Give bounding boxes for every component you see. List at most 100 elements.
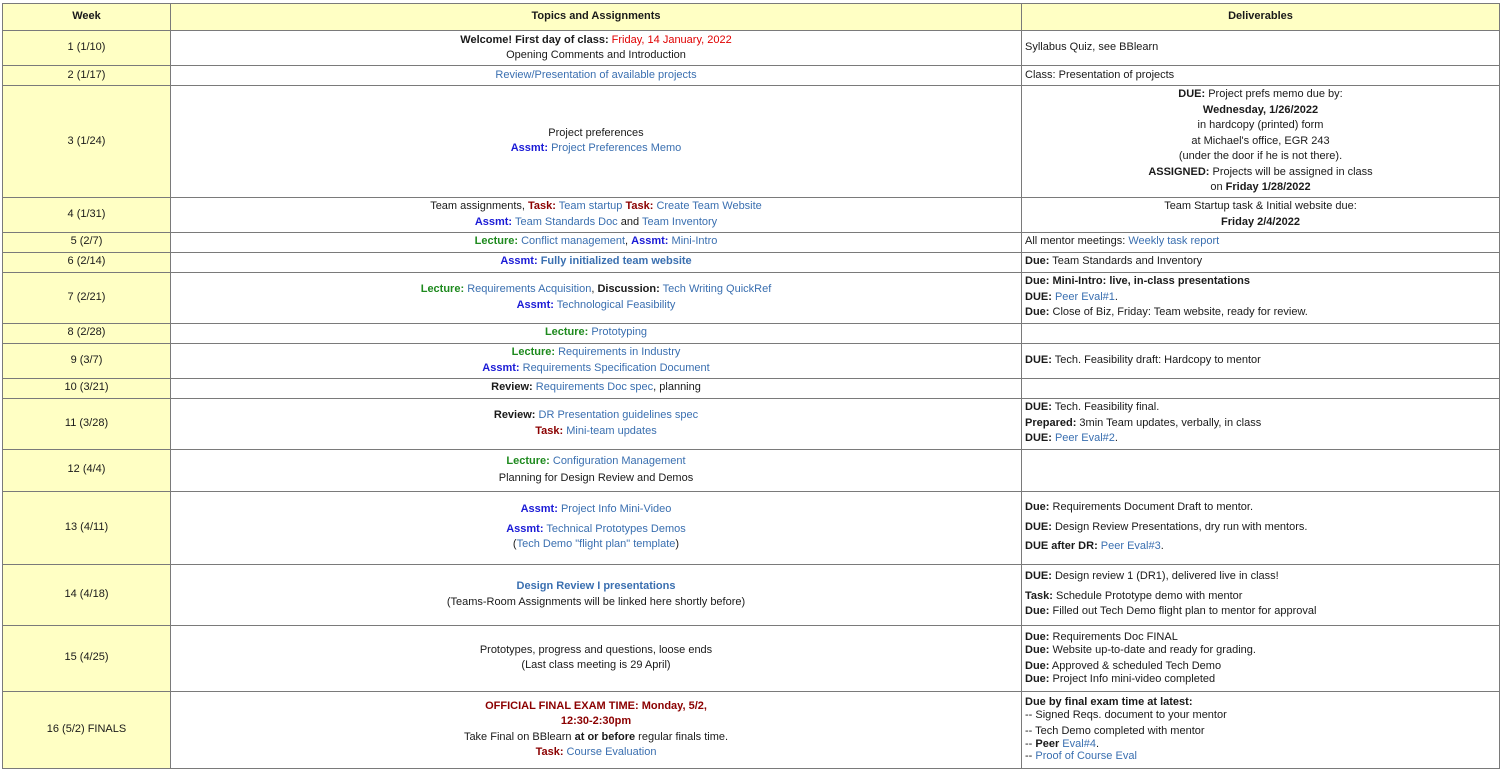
assmt-label: Assmt: (500, 255, 538, 268)
deliverable-text: Class: Presentation of projects (1025, 68, 1175, 81)
topic-text: and (617, 215, 642, 228)
deliverables-cell: Due by final exam time at latest: -- Sig… (1021, 690, 1500, 769)
due-after-dr-label: DUE after DR: (1025, 540, 1098, 553)
team-startup-link[interactable]: Team startup (559, 200, 623, 212)
table-row: 5 (2/7) Lecture: Conflict management, As… (2, 231, 1500, 253)
deliverable-text: Approved & scheduled Tech Demo (1049, 660, 1222, 672)
table-row: 7 (2/21) Lecture: Requirements Acquisiti… (2, 271, 1500, 324)
due-label: DUE: (1025, 353, 1052, 366)
topics-cell: Lecture: Requirements in Industry Assmt:… (170, 342, 1022, 379)
peer-eval-1-link[interactable]: Peer Eval#1 (1055, 291, 1115, 303)
topic-text: (Teams-Room Assignments will be linked h… (446, 595, 746, 608)
proof-of-course-eval-link[interactable]: Proof of Course Eval (1035, 750, 1137, 762)
deliverables-cell: DUE: Design review 1 (DR1), delivered li… (1021, 563, 1500, 626)
deliverables-cell: Due: Team Standards and Inventory (1021, 251, 1500, 273)
deliverable-text: Design review 1 (DR1), delivered live in… (1051, 570, 1279, 583)
deliverable-text: Tech. Feasibility final. (1051, 401, 1160, 414)
week-cell: 5 (2/7) (2, 231, 171, 253)
week-cell: 1 (1/10) (2, 30, 171, 66)
due-label: Due: (1025, 501, 1050, 514)
requirements-acquisition-link[interactable]: Requirements Acquisition (467, 283, 591, 295)
table-row: 4 (1/31) Team assignments, Task: Team st… (2, 196, 1500, 233)
mini-intro-link[interactable]: Mini-Intro (672, 235, 718, 247)
deliverable-text: (under the door if he is not there). (1178, 150, 1343, 162)
topics-cell: OFFICIAL FINAL EXAM TIME: Monday, 5/2, 1… (170, 690, 1022, 769)
week-cell: 10 (3/21) (2, 377, 171, 399)
week-cell: 14 (4/18) (2, 563, 171, 626)
assmt-label: Assmt: (474, 215, 513, 228)
deliverables-header: Deliverables (1021, 3, 1500, 31)
topic-text: Project preferences (548, 126, 644, 139)
table-row: 10 (3/21) Review: Requirements Doc spec,… (2, 377, 1500, 399)
table-row: 8 (2/28) Lecture: Prototyping (2, 322, 1500, 344)
technological-feasibility-link[interactable]: Technological Feasibility (557, 299, 676, 311)
peer-eval-2-link[interactable]: Peer Eval#2 (1055, 432, 1115, 444)
deliverable-text: in hardcopy (printed) form (1197, 119, 1324, 131)
deliverable-text: All mentor meetings: (1025, 235, 1129, 248)
tech-writing-quickref-link[interactable]: Tech Writing QuickRef (663, 283, 772, 295)
assmt-label: Assmt: (506, 522, 544, 535)
team-standards-doc-link[interactable]: Team Standards Doc (515, 216, 618, 228)
week-cell: 13 (4/11) (2, 490, 171, 565)
task-label: Task: (625, 200, 654, 212)
due-label: DUE: (1025, 570, 1052, 583)
final-exam-hours: 12:30-2:30pm (560, 715, 632, 727)
weekly-task-report-link[interactable]: Weekly task report (1128, 235, 1219, 247)
team-website-link[interactable]: Fully initialized team website (541, 255, 692, 267)
peer-eval-4-link[interactable]: Eval#4 (1059, 738, 1096, 750)
first-day-date: Friday, 14 January, 2022 (611, 33, 732, 46)
peer-eval-3-link[interactable]: Peer Eval#3 (1101, 540, 1161, 552)
deliverables-cell: Syllabus Quiz, see BBlearn (1021, 30, 1500, 66)
conflict-management-link[interactable]: Conflict management (521, 235, 625, 247)
deliverable-text: . (1095, 737, 1100, 750)
tech-demo-flight-plan-link[interactable]: Tech Demo "flight plan" template (517, 538, 676, 550)
due-label: DUE: (1025, 290, 1052, 303)
deliverables-cell: Due: Requirements Document Draft to ment… (1021, 490, 1500, 565)
week-cell: 4 (1/31) (2, 196, 171, 233)
assmt-label: Assmt: (482, 361, 520, 374)
prototyping-link[interactable]: Prototyping (591, 326, 647, 338)
table-row: 12 (4/4) Lecture: Configuration Manageme… (2, 448, 1500, 492)
available-projects-link[interactable]: Review/Presentation of available project… (495, 69, 696, 81)
due-label: Due: (1025, 643, 1050, 656)
deliverable-text: Filled out Tech Demo flight plan to ment… (1049, 605, 1317, 618)
table-row: 2 (1/17) Review/Presentation of availabl… (2, 65, 1500, 86)
due-label: Due: (1025, 255, 1050, 268)
topics-cell: Review/Presentation of available project… (170, 65, 1022, 86)
final-exam-time: OFFICIAL FINAL EXAM TIME: Monday, 5/2, (485, 699, 707, 712)
review-label: Review: (491, 381, 533, 394)
topic-text: Opening Comments and Introduction (506, 49, 686, 61)
table-row: 6 (2/14) Assmt: Fully initialized team w… (2, 251, 1500, 273)
topics-cell: Lecture: Requirements Acquisition, Discu… (170, 271, 1022, 324)
week-cell: 8 (2/28) (2, 322, 171, 344)
team-inventory-link[interactable]: Team Inventory (642, 216, 717, 228)
topic-text: , planning (653, 381, 701, 394)
requirements-in-industry-link[interactable]: Requirements in Industry (558, 346, 680, 358)
mini-team-updates-link[interactable]: Mini-team updates (566, 425, 657, 437)
design-review-presentations-link[interactable]: Design Review I presentations (517, 580, 676, 592)
project-info-mini-video-link[interactable]: Project Info Mini-Video (561, 503, 671, 515)
project-preferences-memo-link[interactable]: Project Preferences Memo (551, 142, 681, 154)
deliverable-text: Team Standards and Inventory (1049, 255, 1203, 268)
lecture-label: Lecture: (544, 326, 589, 339)
requirements-doc-spec-link[interactable]: Requirements Doc spec (536, 381, 653, 393)
topics-cell: Lecture: Prototyping (170, 322, 1022, 344)
deliverables-cell: Team Startup task & Initial website due:… (1021, 196, 1500, 233)
table-row: 15 (4/25) Prototypes, progress and quest… (2, 624, 1500, 692)
deliverable-text: Requirements Doc FINAL (1049, 631, 1178, 643)
technical-prototypes-demos-link[interactable]: Technical Prototypes Demos (546, 523, 685, 535)
create-team-website-link[interactable]: Create Team Website (656, 200, 761, 212)
task-label: Task: (535, 424, 564, 437)
dr-presentation-guidelines-link[interactable]: DR Presentation guidelines spec (539, 409, 699, 421)
deliverable-text: Close of Biz, Friday: Team website, read… (1049, 306, 1308, 319)
requirements-spec-document-link[interactable]: Requirements Specification Document (523, 362, 710, 374)
due-label: DUE: (1025, 520, 1052, 533)
configuration-management-link[interactable]: Configuration Management (553, 455, 686, 467)
lecture-label: Lecture: (506, 454, 550, 467)
course-evaluation-link[interactable]: Course Evaluation (567, 746, 657, 758)
deliverable-text: 3min Team updates, verbally, in class (1076, 416, 1262, 429)
deliverable-text: -- (1025, 737, 1036, 750)
due-label: Due: (1025, 605, 1050, 618)
topic-text: Take Final on BBlearn (463, 730, 575, 743)
topics-cell: Review: DR Presentation guidelines spec … (170, 397, 1022, 450)
